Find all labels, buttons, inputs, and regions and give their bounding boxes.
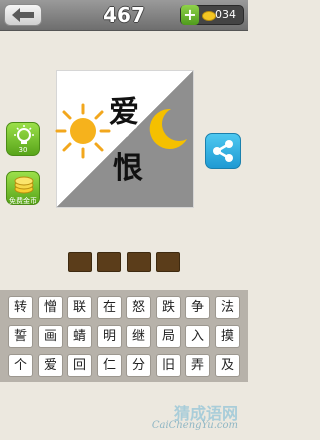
char-key[interactable]: 画 [38,325,63,348]
hint-cost: 30 [18,146,28,154]
add-coins-button[interactable]: + [181,5,199,25]
char-key[interactable]: 誓 [8,325,33,348]
char-key[interactable]: 弄 [185,354,210,377]
answer-slot[interactable] [97,252,122,272]
coin-icon [202,11,216,21]
answer-slot[interactable] [155,252,180,272]
char-key[interactable]: 摸 [215,325,240,348]
char-key[interactable]: 入 [185,325,210,348]
answer-slot[interactable] [68,252,92,272]
puzzle-char-bottom: 恨 [113,151,143,186]
puzzle-image: 爱 恨 [55,70,194,208]
free-coins-label: 免费金币 [9,197,37,205]
char-key[interactable]: 蜻 [67,325,92,348]
free-coins-button[interactable]: 免费金币 [6,171,40,205]
answer-slot[interactable] [126,252,151,272]
char-key[interactable]: 联 [67,296,92,319]
coin-count: 034 [215,8,236,21]
share-icon [213,140,233,162]
char-key[interactable]: 怒 [126,296,151,319]
char-key[interactable]: 继 [126,325,151,348]
puzzle-char-top: 爱 [109,95,139,130]
char-key[interactable]: 仁 [97,354,122,377]
char-key[interactable]: 个 [8,354,33,377]
char-key[interactable]: 跌 [156,296,181,319]
hint-button[interactable]: 30 [6,122,40,156]
answer-slots [68,252,180,272]
char-key[interactable]: 及 [215,354,240,377]
character-keyboard: 转 憎 联 在 怒 跌 争 法 誓 画 蜻 明 继 局 入 摸 个 爱 回 仁 … [0,290,248,382]
char-key[interactable]: 憎 [38,296,63,319]
char-key[interactable]: 明 [97,325,122,348]
char-key[interactable]: 爱 [38,354,63,377]
char-key[interactable]: 在 [97,296,122,319]
char-key[interactable]: 分 [126,354,151,377]
char-key[interactable]: 争 [185,296,210,319]
char-key[interactable]: 转 [8,296,33,319]
coin-counter: + 034 [180,5,244,25]
char-key[interactable]: 法 [215,296,240,319]
share-button[interactable] [205,133,241,169]
char-key[interactable]: 回 [67,354,92,377]
char-key[interactable]: 局 [156,325,181,348]
watermark-url: CaiChengYu.com [151,420,238,431]
moon-icon [149,108,187,149]
top-bar: 467 + 034 [0,0,248,31]
sun-icon [55,103,111,159]
char-key[interactable]: 旧 [156,354,181,377]
coins-stack-icon [14,176,34,194]
